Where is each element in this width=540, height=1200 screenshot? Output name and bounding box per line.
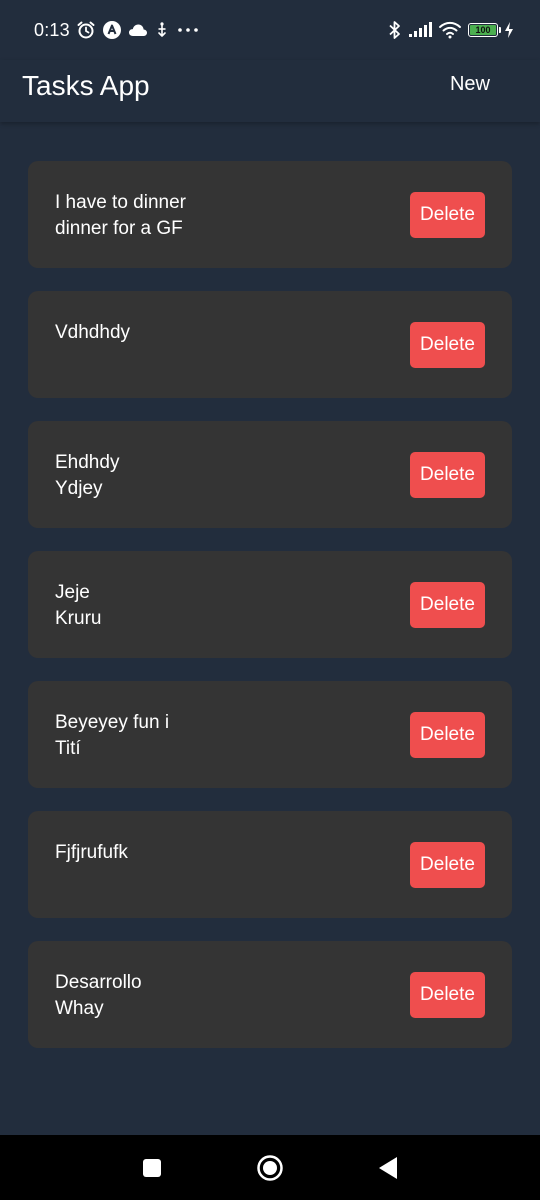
- status-bar: 0:13 100: [0, 0, 540, 60]
- more-notifications-icon: [176, 25, 200, 35]
- task-text: I have to dinner dinner for a GF: [55, 192, 186, 239]
- status-left: 0:13: [34, 18, 200, 42]
- app-header: Tasks App New: [0, 60, 540, 122]
- system-nav-bar: [0, 1135, 540, 1200]
- app-root: 0:13 100 Tasks App New I have to dinner …: [0, 0, 540, 1200]
- task-text: Beyeyey fun i Tití: [55, 712, 170, 759]
- wifi-icon: [438, 21, 462, 39]
- alarm-icon: [76, 20, 96, 40]
- task-card: Beyeyey fun i Tití Delete: [28, 681, 512, 788]
- cloud-icon: [128, 22, 148, 38]
- back-icon[interactable]: [358, 1135, 418, 1200]
- delete-task-button[interactable]: Delete: [410, 322, 485, 368]
- delete-task-button[interactable]: Delete: [410, 452, 485, 498]
- task-card: Jeje Kruru Delete: [28, 551, 512, 658]
- home-icon[interactable]: [240, 1135, 300, 1200]
- delete-task-button[interactable]: Delete: [410, 712, 485, 758]
- delete-task-button[interactable]: Delete: [410, 972, 485, 1018]
- status-right: 100: [388, 18, 514, 42]
- task-list: I have to dinner dinner for a GF Delete …: [28, 161, 512, 1071]
- battery-icon: 100: [468, 23, 501, 37]
- task-card: Desarrollo Whay Delete: [28, 941, 512, 1048]
- task-text: Desarrollo Whay: [55, 972, 142, 1019]
- delete-task-button[interactable]: Delete: [410, 842, 485, 888]
- usb-icon: [154, 21, 170, 39]
- task-text: Vdhdhdy: [55, 322, 131, 343]
- task-card: Vdhdhdy Delete: [28, 291, 512, 398]
- delete-task-button[interactable]: Delete: [410, 582, 485, 628]
- task-card: Ehdhdy Ydjey Delete: [28, 421, 512, 528]
- new-task-button[interactable]: New: [450, 73, 490, 96]
- signal-icon: [408, 22, 432, 38]
- app-a-icon: [102, 20, 122, 40]
- recents-icon[interactable]: [122, 1135, 182, 1200]
- bluetooth-icon: [388, 20, 402, 40]
- task-text: Ehdhdy Ydjey: [55, 452, 120, 499]
- task-text: Fjfjrufufk: [55, 842, 128, 863]
- delete-task-button[interactable]: Delete: [410, 192, 485, 238]
- task-card: Fjfjrufufk Delete: [28, 811, 512, 918]
- task-text: Jeje Kruru: [55, 582, 102, 629]
- charging-icon: [504, 21, 514, 39]
- task-card: I have to dinner dinner for a GF Delete: [28, 161, 512, 268]
- battery-level: 100: [470, 25, 496, 35]
- app-title: Tasks App: [22, 70, 150, 101]
- status-time: 0:13: [34, 19, 70, 40]
